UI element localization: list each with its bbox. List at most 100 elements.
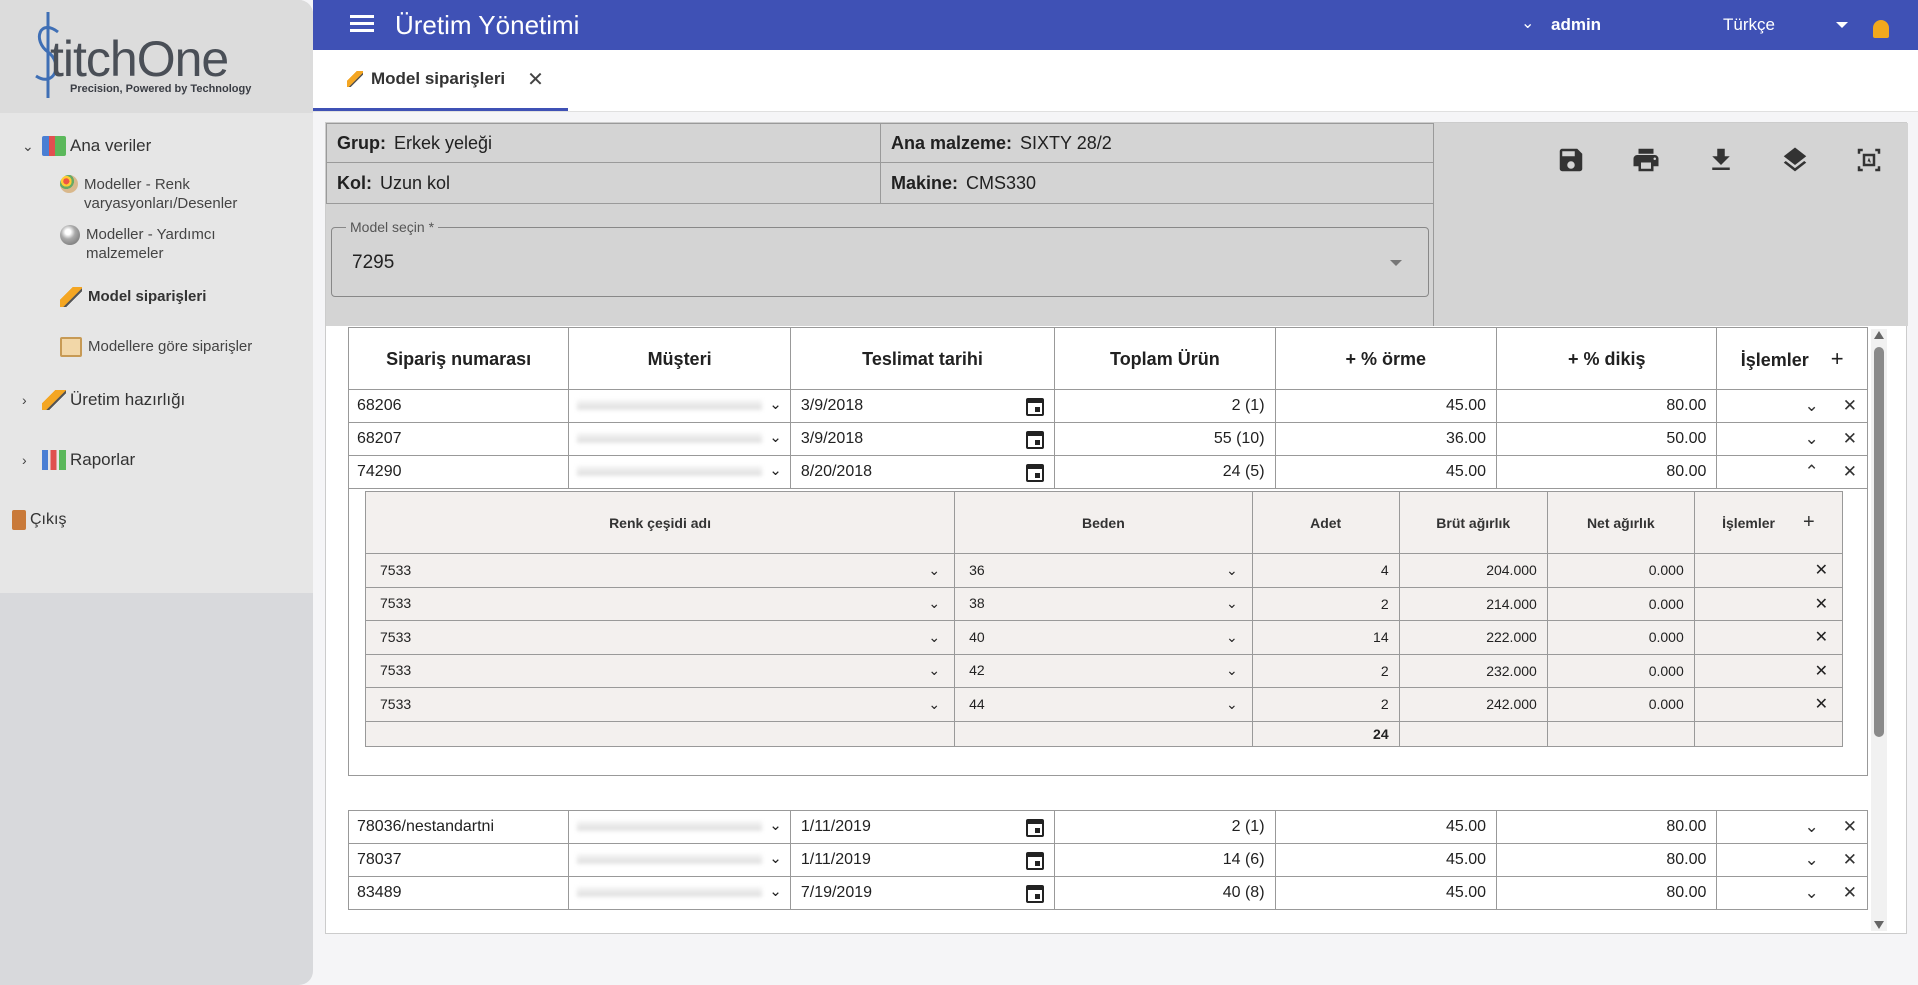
quantity[interactable]: 2 <box>1251 687 1400 722</box>
order-number[interactable]: 74290 <box>347 455 570 489</box>
gross-weight[interactable]: 222.000 <box>1398 620 1548 655</box>
gross-weight[interactable]: 204.000 <box>1398 553 1548 588</box>
size-select[interactable]: 38 ⌄ <box>954 586 1253 621</box>
close-icon[interactable]: ✕ <box>1815 696 1828 713</box>
download-icon[interactable] <box>1706 145 1736 175</box>
sidebar-group-ana-veriler[interactable]: ⌄ Ana veriler <box>0 131 313 161</box>
quantity[interactable]: 4 <box>1251 553 1400 588</box>
chevron-down-icon[interactable]: ⌄ <box>769 461 782 479</box>
calendar-icon[interactable] <box>1026 885 1045 903</box>
calendar-icon[interactable] <box>1026 852 1045 870</box>
user-menu[interactable]: admin <box>1551 15 1601 35</box>
add-icon[interactable]: + <box>1803 511 1815 533</box>
close-icon[interactable]: ✕ <box>1843 462 1857 482</box>
customer-select[interactable]: ⌄ <box>568 455 791 489</box>
order-number[interactable]: 78036/nestandartni <box>347 810 570 844</box>
bell-icon[interactable] <box>1873 20 1889 38</box>
column-header[interactable]: Müşteri <box>568 327 791 391</box>
size-select[interactable]: 44 ⌄ <box>954 687 1253 722</box>
gross-weight[interactable]: 232.000 <box>1398 653 1548 688</box>
column-header[interactable]: Toplam Ürün <box>1054 327 1276 391</box>
calendar-icon[interactable] <box>1026 431 1045 449</box>
caret-down-icon[interactable] <box>1390 260 1402 266</box>
chevron-down-icon[interactable]: ⌄ <box>769 428 782 446</box>
save-icon[interactable] <box>1556 145 1586 175</box>
scroll-up-icon[interactable] <box>1874 331 1884 339</box>
color-variant-select[interactable]: 7533 ⌄ <box>364 687 956 722</box>
add-icon[interactable]: + <box>1831 346 1844 371</box>
calendar-icon[interactable] <box>1026 464 1045 482</box>
customer-select[interactable]: ⌄ <box>568 389 791 423</box>
chevron-down-icon[interactable]: ⌄ <box>1226 562 1238 579</box>
knit-percent[interactable]: 45.00 <box>1274 810 1498 844</box>
chevron-down-icon[interactable]: ⌄ <box>1226 629 1238 646</box>
order-row[interactable]: 78036/nestandartni ⌄ 1/11/2019 2 (1) 45.… <box>347 810 1868 844</box>
close-icon[interactable]: ✕ <box>1843 883 1857 903</box>
quantity[interactable]: 2 <box>1251 586 1400 621</box>
close-icon[interactable]: ✕ <box>1815 562 1828 579</box>
calendar-icon[interactable] <box>1026 819 1045 837</box>
delivery-date-input[interactable]: 3/9/2018 <box>789 389 1056 423</box>
column-header[interactable]: + % dikiş <box>1496 327 1718 391</box>
net-weight[interactable]: 0.000 <box>1546 687 1695 722</box>
column-header[interactable]: Teslimat tarihi <box>789 327 1056 391</box>
delivery-date-input[interactable]: 3/9/2018 <box>789 422 1056 456</box>
gross-weight[interactable]: 242.000 <box>1398 687 1548 722</box>
chevron-down-icon[interactable]: ⌄ <box>928 629 940 646</box>
close-icon[interactable]: ✕ <box>1815 629 1828 646</box>
color-variant-select[interactable]: 7533 ⌄ <box>364 653 956 688</box>
customer-select[interactable]: ⌄ <box>568 422 791 456</box>
net-weight[interactable]: 0.000 <box>1546 620 1695 655</box>
chevron-down-icon[interactable]: ⌄ <box>1805 396 1819 416</box>
column-header[interactable]: Renk çeşidi adı <box>364 491 956 554</box>
chevron-up-icon[interactable]: ⌃ <box>1805 462 1819 482</box>
order-number[interactable]: 68206 <box>347 389 570 423</box>
menu-icon[interactable] <box>350 15 374 33</box>
caret-down-icon[interactable] <box>1836 22 1848 28</box>
color-variant-select[interactable]: 7533 ⌄ <box>364 620 956 655</box>
close-icon[interactable]: ✕ <box>1815 596 1828 613</box>
scroll-down-icon[interactable] <box>1874 921 1884 929</box>
knit-percent[interactable]: 45.00 <box>1274 843 1498 877</box>
language-select[interactable]: Türkçe <box>1723 15 1775 35</box>
delivery-date-input[interactable]: 1/11/2019 <box>789 810 1056 844</box>
chevron-down-icon[interactable]: ⌄ <box>769 849 782 867</box>
gross-weight[interactable]: 214.000 <box>1398 586 1548 621</box>
chevron-down-icon[interactable]: ⌄ <box>1521 13 1534 33</box>
close-icon[interactable]: ✕ <box>1843 429 1857 449</box>
chevron-down-icon[interactable]: ⌄ <box>1226 595 1238 612</box>
order-row[interactable]: 68206 ⌄ 3/9/2018 2 (1) 45.00 80.00 ⌄ ✕ <box>347 389 1868 423</box>
close-icon[interactable]: ✕ <box>527 67 544 92</box>
column-header[interactable]: + % örme <box>1274 327 1498 391</box>
quantity[interactable]: 2 <box>1251 653 1400 688</box>
table-scrollbar[interactable] <box>1871 329 1887 931</box>
close-icon[interactable]: ✕ <box>1843 396 1857 416</box>
color-variant-select[interactable]: 7533 ⌄ <box>364 586 956 621</box>
size-select[interactable]: 42 ⌄ <box>954 653 1253 688</box>
chevron-down-icon[interactable]: ⌄ <box>1226 696 1238 713</box>
sidebar-item-yardimci[interactable]: Modeller - Yardımcı malzemeler <box>0 225 313 263</box>
customer-select[interactable]: ⌄ <box>568 843 791 877</box>
knit-percent[interactable]: 36.00 <box>1274 422 1498 456</box>
sidebar-item-model-renk[interactable]: Modeller - Renk varyasyonları/Desenler <box>0 175 313 213</box>
chevron-down-icon[interactable]: ⌄ <box>1805 850 1819 870</box>
sew-percent[interactable]: 80.00 <box>1496 810 1718 844</box>
order-number[interactable]: 68207 <box>347 422 570 456</box>
delivery-date-input[interactable]: 8/20/2018 <box>789 455 1056 489</box>
size-select[interactable]: 36 ⌄ <box>954 553 1253 588</box>
tab-model-siparisleri[interactable]: Model siparişleri ✕ <box>313 50 568 111</box>
size-select[interactable]: 40 ⌄ <box>954 620 1253 655</box>
sew-percent[interactable]: 50.00 <box>1496 422 1718 456</box>
net-weight[interactable]: 0.000 <box>1546 586 1695 621</box>
close-icon[interactable]: ✕ <box>1843 817 1857 837</box>
model-select[interactable]: Model seçin * 7295 <box>331 219 1429 297</box>
knit-percent[interactable]: 45.00 <box>1274 876 1498 910</box>
order-row[interactable]: 74290 ⌄ 8/20/2018 24 (5) 45.00 80.00 ⌃ ✕ <box>347 455 1868 489</box>
knit-percent[interactable]: 45.00 <box>1274 455 1498 489</box>
chevron-down-icon[interactable]: ⌄ <box>769 816 782 834</box>
chevron-down-icon[interactable]: ⌄ <box>1805 817 1819 837</box>
knit-percent[interactable]: 45.00 <box>1274 389 1498 423</box>
sidebar-item-modellere-gore[interactable]: Modellere göre siparişler <box>0 337 313 357</box>
order-row[interactable]: 78037 ⌄ 1/11/2019 14 (6) 45.00 80.00 ⌄ ✕ <box>347 843 1868 877</box>
chevron-down-icon[interactable]: ⌄ <box>769 395 782 413</box>
